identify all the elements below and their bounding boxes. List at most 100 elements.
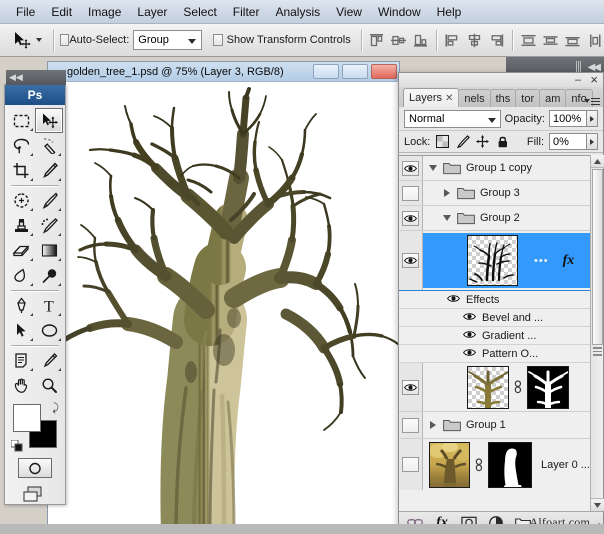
dodge-burn-tool-icon[interactable] [35, 263, 63, 288]
brush-tool-icon[interactable] [35, 188, 63, 213]
visibility-cell[interactable] [399, 206, 423, 230]
row-content[interactable]: Group 3 [423, 182, 603, 204]
lock-all-icon[interactable] [495, 134, 510, 149]
pen-tool-icon[interactable] [7, 293, 35, 318]
collapse-to-icons-icon[interactable]: ◀◀ [588, 62, 599, 73]
history-brush-tool-icon[interactable] [35, 213, 63, 238]
visibility-cell[interactable] [399, 363, 423, 411]
eyedropper-slice-tool-icon[interactable] [35, 158, 63, 183]
distribute-bottom-edges-icon[interactable] [563, 31, 582, 50]
link-mask-icon[interactable] [512, 379, 524, 395]
maximize-button[interactable] [342, 64, 368, 79]
disclosure-triangle-right-icon[interactable] [427, 421, 438, 429]
tab-channels[interactable]: nels [458, 89, 490, 107]
layer-thumbnail[interactable] [429, 442, 470, 488]
default-colors-icon[interactable] [11, 440, 23, 452]
disclosure-triangle-down-icon[interactable] [441, 215, 452, 221]
auto-select-checkbox[interactable] [60, 34, 70, 46]
row-content[interactable] [423, 364, 603, 411]
eye-icon[interactable] [402, 211, 419, 226]
table-row[interactable]: Layer 0 ... [399, 439, 603, 490]
healing-brush-tool-icon[interactable] [7, 188, 35, 213]
menu-view[interactable]: View [328, 3, 370, 21]
lock-image-pixels-icon[interactable] [455, 134, 470, 149]
document-title-bar[interactable]: golden_tree_1.psd @ 75% (Layer 3, RGB/8) [48, 62, 399, 82]
eye-icon-off[interactable] [402, 186, 419, 201]
eraser-tool-icon[interactable] [7, 238, 35, 263]
table-row[interactable] [399, 363, 603, 412]
hand-tool-icon[interactable] [7, 373, 35, 398]
layer-mask-thumbnail[interactable] [527, 366, 569, 409]
blend-mode-dropdown[interactable]: Normal [404, 110, 501, 128]
layer-thumbnail[interactable] [467, 235, 518, 286]
minimize-button[interactable] [313, 64, 339, 79]
visibility-cell[interactable] [399, 439, 423, 490]
screen-mode-icon[interactable] [18, 484, 52, 506]
lasso-tool-icon[interactable] [7, 133, 35, 158]
table-row[interactable]: Group 3 [399, 181, 603, 206]
effect-row[interactable]: Bevel and ... [399, 309, 603, 327]
quick-mask-icon[interactable] [18, 458, 52, 478]
layers-list[interactable]: Group 1 copy Group 3 [399, 155, 603, 511]
fill-input[interactable]: 0% [549, 133, 587, 150]
align-top-edges-icon[interactable] [367, 31, 386, 50]
show-transform-checkbox[interactable] [213, 34, 223, 46]
menu-filter[interactable]: Filter [225, 3, 268, 21]
visibility-cell[interactable] [399, 231, 423, 290]
path-selection-tool-icon[interactable] [7, 318, 35, 343]
tab-layers[interactable]: Layers ✕ [403, 88, 459, 107]
tab-history[interactable]: tor [515, 89, 540, 107]
magic-wand-tool-icon[interactable] [35, 133, 63, 158]
row-content[interactable]: Group 1 copy [423, 157, 603, 179]
link-mask-icon[interactable] [473, 457, 485, 473]
visibility-cell[interactable] [399, 181, 423, 205]
table-row[interactable]: Group 1 [399, 412, 603, 439]
effect-row[interactable]: Pattern O... [399, 345, 603, 363]
layer-thumbnail[interactable] [467, 366, 509, 409]
canvas-area[interactable] [48, 82, 399, 533]
visibility-cell[interactable] [399, 412, 423, 438]
scroll-down-icon[interactable] [591, 498, 604, 511]
layer-mask-thumbnail[interactable] [488, 442, 532, 488]
ellipse-shape-tool-icon[interactable] [35, 318, 63, 343]
row-content[interactable]: Group 2 [423, 207, 603, 229]
panel-menu-icon[interactable] [584, 98, 600, 106]
layers-scrollbar[interactable] [590, 155, 603, 511]
opacity-input[interactable]: 100% [549, 110, 587, 127]
menu-window[interactable]: Window [370, 3, 429, 21]
panel-close-button[interactable]: × [590, 72, 598, 87]
close-icon[interactable]: ✕ [445, 93, 453, 104]
eyedropper-tool-icon[interactable] [35, 348, 63, 373]
lock-transparent-pixels-icon[interactable] [435, 134, 450, 149]
eye-icon[interactable] [463, 330, 476, 342]
toolbox-collapse-grip[interactable]: ◀◀ [6, 70, 66, 85]
menu-image[interactable]: Image [80, 3, 129, 21]
align-vertical-centers-icon[interactable] [389, 31, 408, 50]
lock-position-icon[interactable] [475, 134, 490, 149]
table-row-selected[interactable]: ••• fx [399, 231, 603, 291]
tool-preset-chevron-icon[interactable] [36, 38, 42, 42]
zoom-tool-icon[interactable] [35, 373, 63, 398]
visibility-cell[interactable] [399, 156, 423, 180]
tab-paths[interactable]: ths [490, 89, 517, 107]
table-row[interactable]: Group 1 copy [399, 156, 603, 181]
table-row[interactable]: Group 2 [399, 206, 603, 231]
eye-icon-off[interactable] [402, 418, 419, 433]
tab-histogram[interactable]: am [539, 89, 566, 107]
clone-stamp-tool-icon[interactable] [7, 213, 35, 238]
menu-layer[interactable]: Layer [129, 3, 175, 21]
gradient-tool-icon[interactable] [35, 238, 63, 263]
current-tool-preset[interactable] [6, 30, 47, 50]
panel-minimize-button[interactable]: – [575, 74, 581, 86]
scroll-up-icon[interactable] [591, 155, 604, 168]
layer-effects-fx-icon[interactable]: fx [563, 253, 575, 269]
eye-icon[interactable] [463, 312, 476, 324]
align-right-edges-icon[interactable] [487, 31, 506, 50]
notes-tool-icon[interactable] [7, 348, 35, 373]
eye-icon[interactable] [402, 253, 419, 268]
row-content[interactable]: Layer 0 ... [423, 440, 603, 490]
row-content[interactable]: Group 1 [423, 414, 603, 436]
menu-analysis[interactable]: Analysis [267, 3, 328, 21]
menu-select[interactable]: Select [175, 3, 224, 21]
scrollbar-thumb[interactable] [592, 169, 603, 345]
